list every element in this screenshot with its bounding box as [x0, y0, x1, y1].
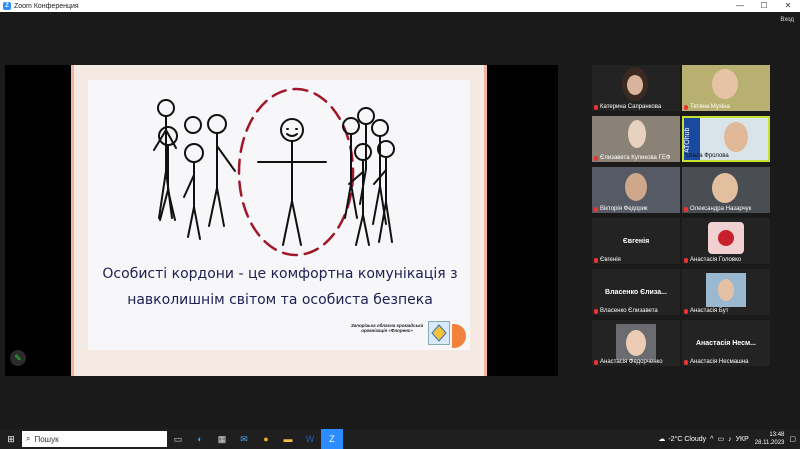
file-explorer-icon[interactable]: ▬	[277, 429, 299, 449]
slide-content	[88, 80, 470, 350]
mic-muted-icon	[684, 308, 688, 314]
mic-muted-icon	[684, 359, 688, 365]
participant-name: Анастасія Головко	[690, 257, 742, 263]
mic-muted-icon	[594, 104, 598, 110]
avatar	[616, 324, 656, 360]
org-caption: Запорізька обласна громадська організаці…	[350, 323, 424, 333]
participant-name: Анастасія Несмашна	[690, 359, 749, 365]
mic-muted-icon	[684, 206, 688, 212]
participant-name: Ольга Фролова	[686, 153, 729, 159]
participant-tile[interactable]: Тетяна Мухіна	[682, 65, 770, 111]
mic-muted-icon	[684, 104, 688, 110]
taskbar: ⊞ ⌕ Пошук ▭ ◐ ▦ ✉ ● ▬ W Z ☁ -2°C Cloudy ^…	[0, 429, 800, 449]
notification-icon[interactable]: ▢	[789, 435, 796, 443]
participant-tile-active-speaker[interactable]: ATOhub Ольга Фролова	[682, 116, 770, 162]
participant-tile[interactable]: Єлизавета Куликова ГЕФ	[592, 116, 680, 162]
participant-tile[interactable]: Анастасія Несм... Анастасія Несмашна	[682, 320, 770, 366]
participant-name: Анастасія Бут	[690, 308, 729, 314]
mic-muted-icon	[594, 308, 598, 314]
date: 28.11.2023	[754, 440, 785, 446]
language-indicator[interactable]: УКР	[736, 436, 749, 443]
mic-muted-icon	[594, 257, 598, 263]
volume-icon[interactable]: ♪	[728, 436, 732, 443]
mic-muted-icon	[684, 257, 688, 263]
close-button[interactable]: ✕	[776, 0, 800, 12]
slide-title-line-2: навколишнім світом та особиста безпека	[127, 292, 433, 308]
participant-tile[interactable]: Анастасія Бут	[682, 269, 770, 315]
mail-icon[interactable]: ✉	[233, 429, 255, 449]
edge-icon[interactable]: ◐	[189, 429, 211, 449]
participant-tile[interactable]: Анастасія Головко	[682, 218, 770, 264]
weather-text[interactable]: -2°C Cloudy	[668, 436, 706, 443]
annotate-pencil-icon[interactable]: ✎	[10, 350, 26, 366]
mic-muted-icon	[594, 206, 598, 212]
participant-tile[interactable]: Олександра Назарчук	[682, 167, 770, 213]
participant-tile[interactable]: Євгенія Євгенія	[592, 218, 680, 264]
taskbar-search[interactable]: ⌕ Пошук	[22, 431, 167, 447]
participant-tile[interactable]: Анастасія Федорченко	[592, 320, 680, 366]
zoom-logo-icon: Z	[3, 2, 11, 10]
participant-name: Єлизавета Куликова ГЕФ	[600, 155, 671, 161]
windows-start-icon[interactable]: ⊞	[0, 429, 22, 449]
participant-name: Анастасія Федорченко	[600, 359, 663, 365]
participant-name: Євгенія	[600, 257, 621, 263]
window-title: Zoom Конференция	[14, 2, 79, 10]
clock[interactable]: 13:48 28.11.2023	[755, 431, 785, 447]
participant-tile[interactable]: Вікторія Федорик	[592, 167, 680, 213]
maximize-button[interactable]: ☐	[752, 0, 776, 12]
mic-muted-icon	[594, 359, 598, 365]
participant-name: Олександра Назарчук	[690, 206, 752, 212]
cloud-icon: ☁	[658, 436, 666, 443]
slide-title-line-1: Особисті кордони - це комфортна комуніка…	[102, 266, 458, 282]
participant-tile[interactable]: Власенко Єлиза... Власенко Єлизавета	[592, 269, 680, 315]
participant-name: Вікторія Федорик	[600, 206, 648, 212]
participant-name: Тетяна Мухіна	[690, 104, 730, 110]
boundaries-illustration	[153, 87, 395, 257]
task-view-icon[interactable]: ▭	[167, 429, 189, 449]
tray-chevron-icon[interactable]: ^	[710, 436, 713, 443]
title-bar: Z Zoom Конференция — ☐ ✕	[0, 0, 800, 12]
time: 13:48	[769, 432, 785, 438]
exit-link[interactable]: Вход	[780, 17, 794, 23]
calculator-icon[interactable]: ▦	[211, 429, 233, 449]
participant-name: Власенко Єлизавета	[600, 308, 658, 314]
minimize-button[interactable]: —	[728, 0, 752, 12]
participant-tile[interactable]: Катерина Сапранкова	[592, 65, 680, 111]
network-icon[interactable]: ▭	[717, 435, 724, 443]
avatar	[706, 273, 746, 307]
avatar	[708, 222, 744, 254]
zoom-taskbar-icon[interactable]: Z	[321, 429, 343, 449]
search-placeholder: Пошук	[34, 434, 59, 444]
participant-name: Катерина Сапранкова	[600, 104, 662, 110]
word-icon[interactable]: W	[299, 429, 321, 449]
mic-muted-icon	[594, 155, 598, 161]
chrome-icon[interactable]: ●	[255, 429, 277, 449]
search-icon: ⌕	[26, 434, 31, 443]
org-logo-icon	[428, 321, 450, 345]
